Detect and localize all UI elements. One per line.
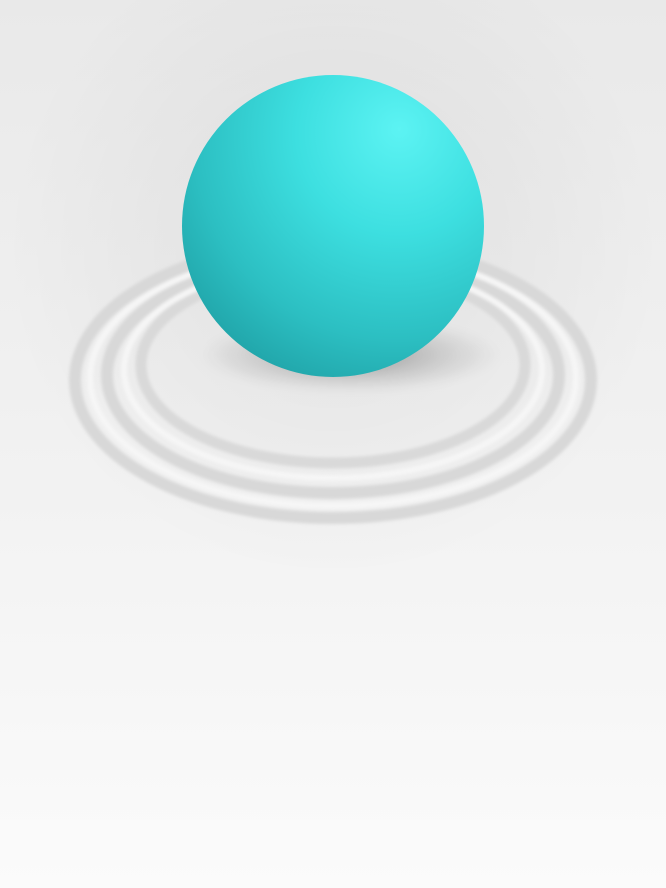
render-canvas (0, 0, 666, 888)
render-scene (0, 0, 666, 888)
teal-sphere (182, 75, 484, 377)
